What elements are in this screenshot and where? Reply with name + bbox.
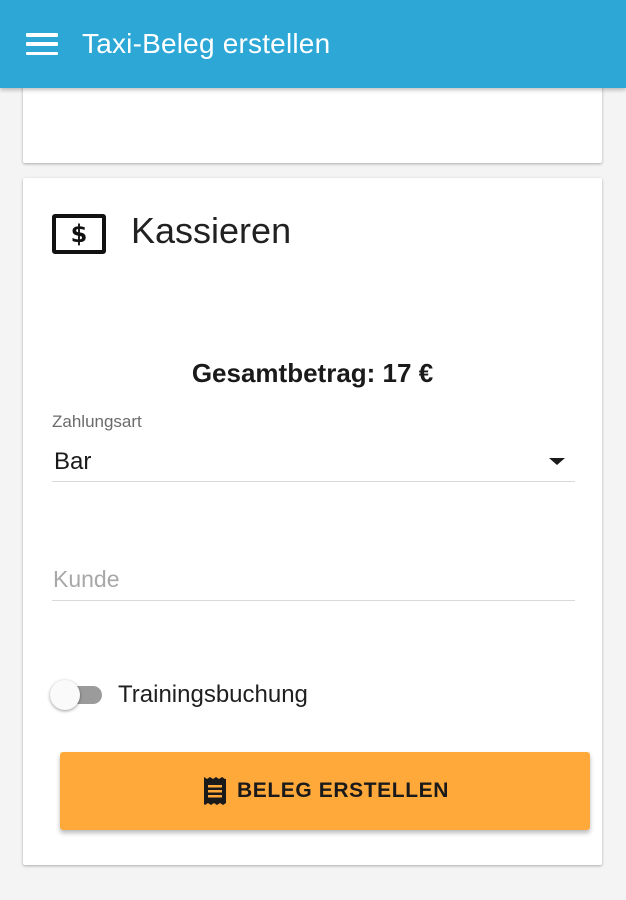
money-icon: $ bbox=[52, 214, 106, 254]
total-amount: Gesamtbetrag: 17 € bbox=[191, 358, 434, 388]
dropdown-arrow-icon bbox=[549, 458, 565, 465]
customer-input[interactable] bbox=[52, 559, 575, 601]
customer-field bbox=[52, 559, 575, 601]
payment-method-field: Zahlungsart Bar bbox=[52, 412, 575, 482]
payment-method-value: Bar bbox=[54, 447, 92, 475]
app-bar: Taxi-Beleg erstellen bbox=[0, 0, 626, 88]
payment-card: $ Kassieren Gesamtbetrag: 17 € Zahlungsa… bbox=[23, 178, 602, 865]
card-header: $ Kassieren bbox=[52, 208, 291, 254]
payment-method-select[interactable]: Bar bbox=[52, 442, 575, 482]
create-receipt-label: BELEG ERSTELLEN bbox=[236, 779, 450, 802]
training-toggle[interactable] bbox=[48, 678, 102, 712]
menu-icon[interactable] bbox=[26, 33, 58, 55]
payment-method-label: Zahlungsart bbox=[52, 412, 142, 431]
training-toggle-label: Trainingsbuchung bbox=[118, 681, 308, 708]
page-title: Taxi-Beleg erstellen bbox=[82, 28, 331, 59]
training-toggle-row: Trainingsbuchung bbox=[48, 678, 308, 712]
receipt-icon bbox=[201, 776, 229, 806]
create-receipt-button[interactable]: BELEG ERSTELLEN bbox=[60, 752, 590, 830]
toggle-thumb bbox=[50, 680, 80, 710]
card-title: Kassieren bbox=[131, 210, 292, 251]
